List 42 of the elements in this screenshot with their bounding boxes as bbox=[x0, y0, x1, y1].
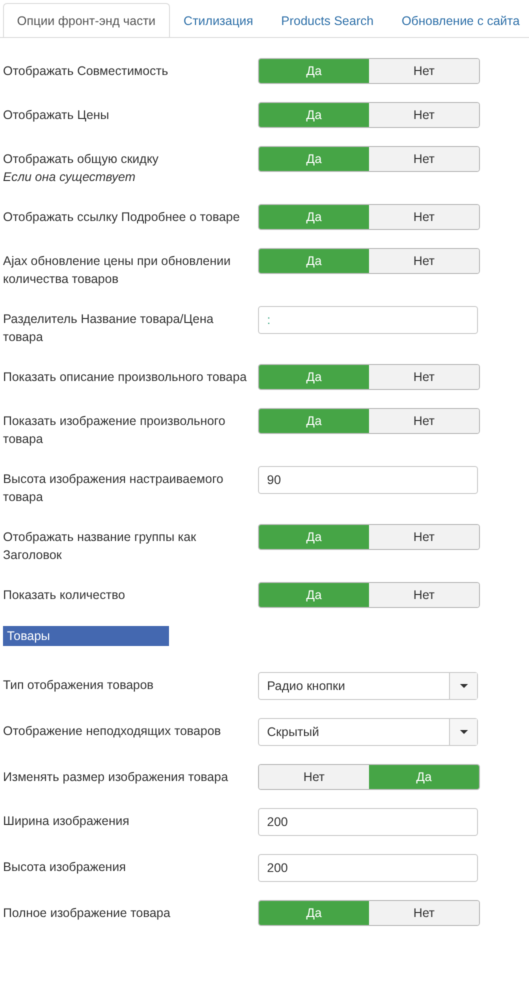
toggle-option[interactable]: Нет bbox=[369, 525, 479, 549]
tab[interactable]: Обновление с сайта bbox=[388, 3, 529, 37]
field-label: Показать описание произвольного товара bbox=[3, 369, 248, 386]
field-label: Отображать название группы как Заголовок bbox=[3, 529, 198, 564]
field-label: Отображать Цены bbox=[3, 107, 110, 124]
toggle-option[interactable]: Нет bbox=[369, 147, 479, 171]
input-field[interactable]: 90 bbox=[258, 466, 478, 494]
toggle-option[interactable]: Нет bbox=[369, 901, 479, 925]
field-label: Разделитель Название товара/Цена товара bbox=[3, 311, 214, 346]
select-field[interactable]: Скрытый bbox=[258, 718, 478, 746]
field-label: Тип отображения товаров bbox=[3, 677, 155, 694]
caret-icon bbox=[460, 730, 468, 734]
toggle-option[interactable]: Нет bbox=[369, 103, 479, 127]
tab[interactable]: Стилизация bbox=[170, 3, 268, 37]
toggle-option[interactable]: Нет bbox=[369, 59, 479, 83]
field-label: Отображение неподходящих товаров bbox=[3, 723, 222, 740]
field-label: Отображать Совместимость bbox=[3, 63, 170, 80]
toggle-option[interactable]: Нет bbox=[369, 205, 479, 229]
field-label: Изменять размер изображения товара bbox=[3, 769, 230, 786]
field-label: Высота изображения настраиваемого товара bbox=[3, 471, 224, 506]
field-label: Высота изображения bbox=[3, 859, 127, 876]
field-label: Отображать ссылку Подробнее о товаре bbox=[3, 209, 241, 226]
field-label: Полное изображение товара bbox=[3, 905, 172, 922]
tab[interactable]: Опции фронт-энд части bbox=[3, 3, 170, 37]
caret-icon bbox=[460, 684, 468, 688]
tab[interactable]: Products Search bbox=[267, 3, 388, 37]
section-header: Товары bbox=[3, 626, 169, 646]
field-label: Ширина изображения bbox=[3, 813, 130, 830]
input-field[interactable]: 200 bbox=[258, 854, 478, 882]
select-field[interactable]: Радио кнопки bbox=[258, 672, 478, 700]
field-label: Показать изображение произвольного товара bbox=[3, 413, 226, 448]
input-field[interactable]: : bbox=[258, 306, 478, 334]
field-label: Отображать общую скидку bbox=[3, 151, 160, 168]
toggle-option[interactable]: Нет bbox=[259, 765, 369, 789]
toggle-option[interactable]: Нет bbox=[369, 409, 479, 433]
field-label: Показать количество bbox=[3, 587, 126, 604]
input-field[interactable]: 200 bbox=[258, 808, 478, 836]
toggle-option[interactable]: Нет bbox=[369, 365, 479, 389]
toggle-option[interactable]: Нет bbox=[369, 249, 479, 273]
field-note: Если она существует bbox=[3, 169, 136, 186]
toggle-option[interactable]: Нет bbox=[369, 583, 479, 607]
field-label: Ajax обновление цены при обновлении количества товаров bbox=[3, 253, 232, 288]
